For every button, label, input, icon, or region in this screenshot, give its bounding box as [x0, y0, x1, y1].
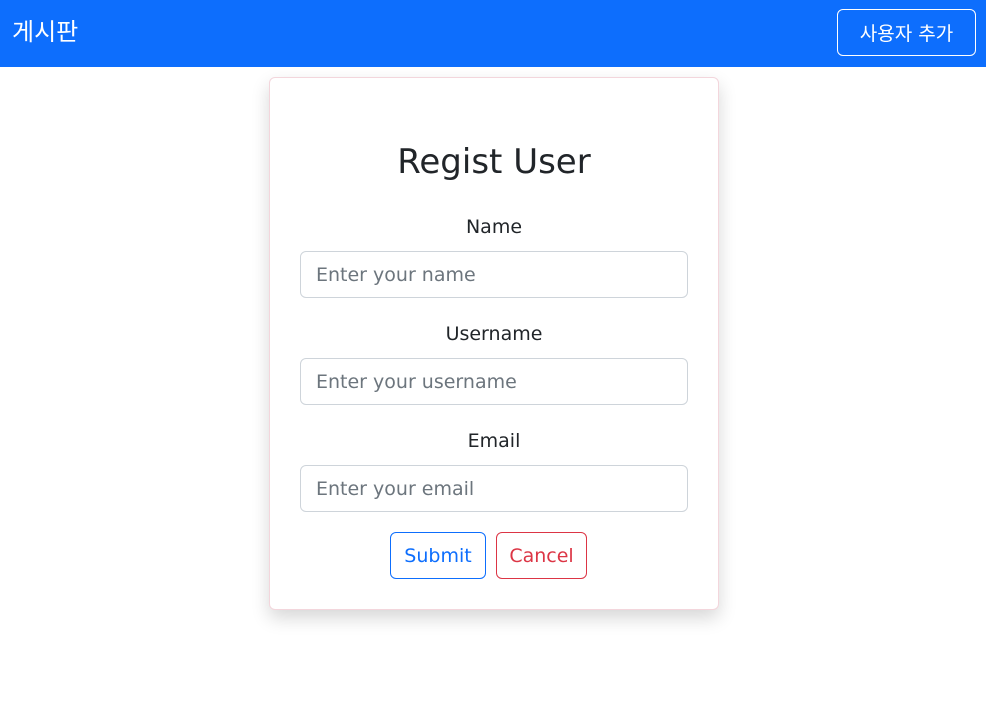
cancel-button[interactable]: Cancel [496, 532, 587, 579]
name-input[interactable] [300, 251, 688, 298]
add-user-button[interactable]: 사용자 추가 [837, 9, 976, 56]
email-label: Email [467, 430, 521, 452]
form-title: Regist User [397, 142, 591, 182]
navbar-brand[interactable]: 게시판 [12, 16, 78, 48]
top-navbar: 게시판 사용자 추가 [0, 0, 986, 67]
submit-button[interactable]: Submit [390, 532, 486, 579]
username-label: Username [445, 323, 543, 345]
email-input[interactable] [300, 465, 688, 512]
username-input[interactable] [300, 358, 688, 405]
name-label: Name [465, 216, 523, 238]
regist-user-card: Regist User Name Username Email Submit C… [269, 77, 719, 610]
